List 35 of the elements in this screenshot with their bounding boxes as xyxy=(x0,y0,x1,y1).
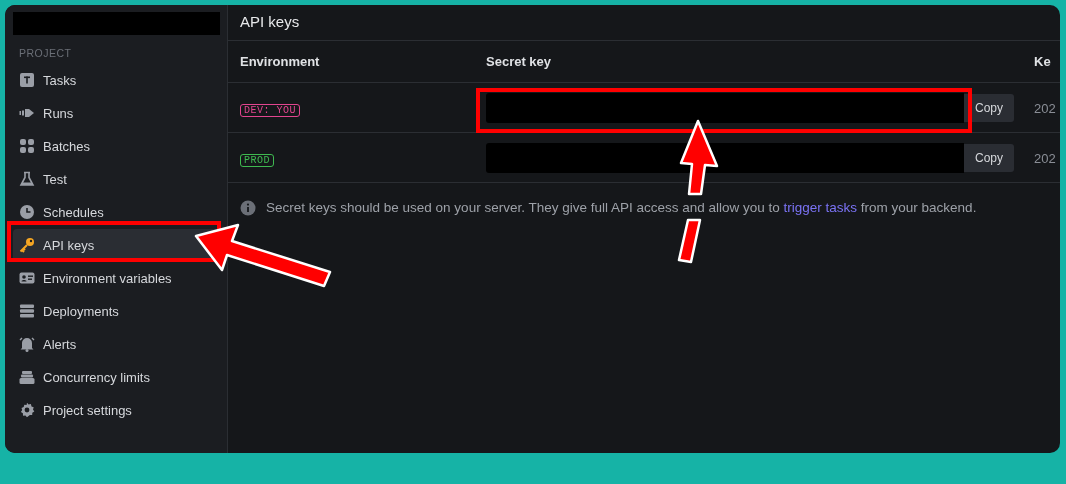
sidebar-item[interactable]: Alerts xyxy=(13,327,219,361)
environment-tag: PROD xyxy=(240,153,274,167)
bell-icon xyxy=(19,336,35,353)
sidebar-item[interactable]: Batches xyxy=(13,129,219,163)
sidebar-item[interactable]: Runs xyxy=(13,96,219,130)
info-text: Secret keys should be used on your server. They give full API access and allow you to trigger tasks from your backend. xyxy=(266,199,977,217)
copy-button[interactable]: Copy xyxy=(964,143,1014,172)
page-title: API keys xyxy=(240,12,300,33)
section-heading: PROJECT xyxy=(19,46,73,61)
flask-icon xyxy=(19,171,35,188)
server-icon xyxy=(19,303,35,320)
column-header: Secret key xyxy=(486,53,552,69)
sidebar-item[interactable]: Deployments xyxy=(13,294,219,328)
date-text: 202 xyxy=(1034,100,1056,116)
sidebar-item[interactable]: Schedules xyxy=(13,195,219,229)
sidebar-item[interactable]: Tasks xyxy=(13,63,219,97)
settings-icon xyxy=(19,402,35,419)
id-card-icon xyxy=(19,270,35,287)
sidebar-item[interactable]: Concurrency limits xyxy=(13,360,219,394)
column-header: Ke xyxy=(1034,53,1051,69)
date-text: 202 xyxy=(1034,150,1056,166)
trigger-tasks-link[interactable]: trigger tasks xyxy=(783,200,858,215)
sidebar-item[interactable]: Test xyxy=(13,162,219,196)
tray-icon xyxy=(19,369,35,386)
environment-tag: DEV: YOU xyxy=(240,103,300,117)
sidebar-item[interactable]: Environment variables xyxy=(13,261,219,295)
info-icon xyxy=(240,200,256,217)
secret-key-field[interactable] xyxy=(486,92,964,123)
column-header: Environment xyxy=(240,53,320,69)
sidebar-item[interactable]: Project settings xyxy=(13,393,219,427)
key-icon xyxy=(19,237,35,254)
grid-icon xyxy=(19,138,35,155)
clock-icon xyxy=(19,204,35,221)
secret-key-field[interactable] xyxy=(486,142,964,173)
tasks-icon xyxy=(19,72,35,89)
